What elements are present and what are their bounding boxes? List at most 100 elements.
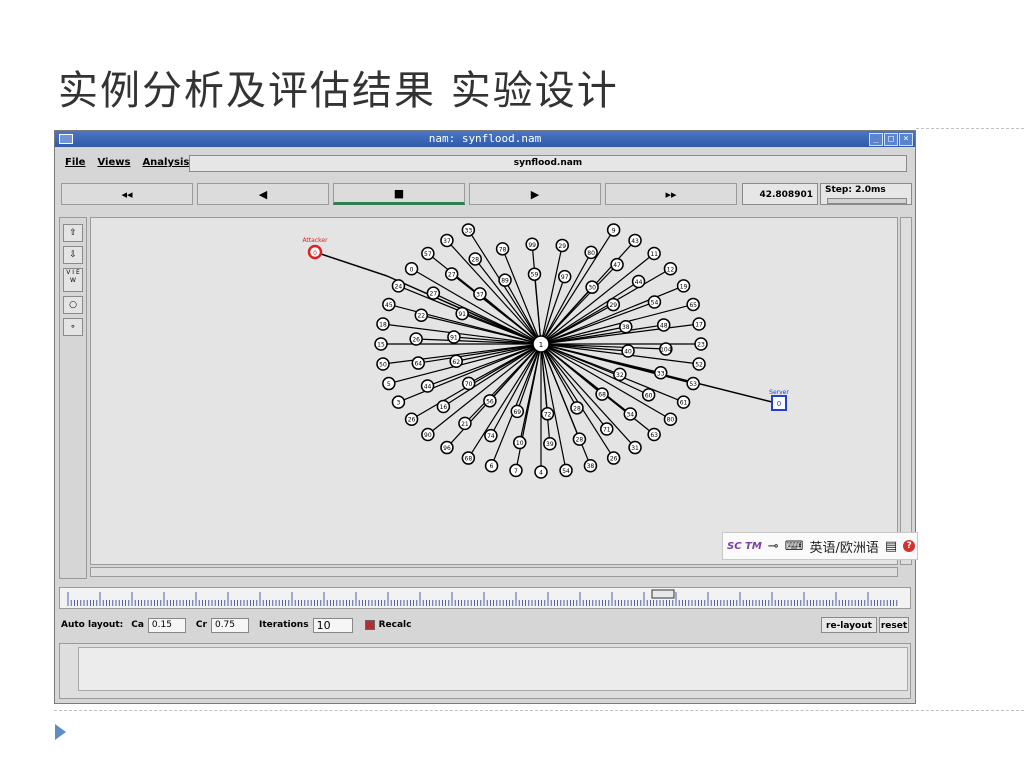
network-node[interactable]: 69 xyxy=(510,404,525,419)
step-back-button[interactable]: ◀ xyxy=(197,183,329,205)
network-node[interactable]: 44 xyxy=(420,379,435,393)
network-node[interactable]: 24 xyxy=(391,279,406,293)
close-icon[interactable]: × xyxy=(899,133,913,146)
network-node[interactable]: 10 xyxy=(512,435,527,450)
timeline-slider[interactable] xyxy=(59,587,911,609)
network-node[interactable]: 54 xyxy=(559,463,573,478)
canvas-horizontal-scrollbar[interactable] xyxy=(90,567,898,577)
network-node[interactable]: 7 xyxy=(509,463,523,478)
ime-mode[interactable]: 英语/欧洲语 xyxy=(809,537,878,556)
zoom-out-icon[interactable]: ⇩ xyxy=(63,246,83,264)
network-node[interactable]: 38 xyxy=(583,458,598,473)
network-node[interactable]: 70 xyxy=(461,376,476,391)
step-slider[interactable] xyxy=(827,198,907,204)
network-node[interactable]: 21 xyxy=(458,416,472,431)
network-node[interactable]: 28 xyxy=(572,432,587,446)
network-node[interactable]: 37 xyxy=(473,287,487,301)
network-node[interactable]: 71 xyxy=(600,422,614,436)
network-node[interactable]: 53 xyxy=(686,376,700,391)
play-button[interactable]: ▶ xyxy=(469,183,601,205)
network-node[interactable]: 47 xyxy=(610,257,624,272)
network-node[interactable]: 9 xyxy=(606,223,621,237)
network-node[interactable]: 34 xyxy=(623,407,638,421)
network-node[interactable]: 40 xyxy=(621,344,635,358)
network-node[interactable]: 15 xyxy=(374,337,388,351)
menu-views[interactable]: Views xyxy=(97,154,130,172)
network-node[interactable]: 68 xyxy=(461,451,476,465)
reset-button[interactable]: reset xyxy=(879,617,909,633)
network-node[interactable]: 74 xyxy=(484,428,498,443)
window-titlebar[interactable]: nam: synflood.nam _ □ × xyxy=(55,131,915,147)
network-node[interactable]: 64 xyxy=(411,356,426,370)
cr-input[interactable]: 0.75 xyxy=(210,617,249,633)
network-node[interactable]: 3 xyxy=(391,395,406,409)
network-node[interactable]: 27 xyxy=(444,267,459,281)
network-canvas[interactable]: 40 32 68 28 72 69 56 70 62 91 91 37 89 59 97 30 29 38 104 3… xyxy=(90,217,898,565)
network-node[interactable]: 59 xyxy=(527,267,542,281)
ime-pin-icon[interactable]: ⊸ xyxy=(768,539,779,554)
hub-node[interactable]: 1 xyxy=(532,335,550,353)
canvas-vertical-scrollbar[interactable] xyxy=(900,217,912,565)
network-node[interactable]: 97 xyxy=(557,269,572,284)
network-node[interactable]: 26 xyxy=(606,451,621,465)
network-node[interactable]: 104 xyxy=(659,342,673,356)
timeline-marker[interactable] xyxy=(651,589,675,599)
network-node[interactable]: 26 xyxy=(404,412,419,426)
network-node[interactable]: 37 xyxy=(440,233,454,248)
network-node[interactable]: 63 xyxy=(647,427,661,442)
network-node[interactable]: 26 xyxy=(409,332,423,346)
network-node[interactable]: 5 xyxy=(382,376,396,391)
network-node[interactable]: 52 xyxy=(692,357,706,371)
network-node[interactable]: 29 xyxy=(606,297,621,312)
recalc-checkbox[interactable] xyxy=(364,620,375,630)
network-node[interactable]: 29 xyxy=(555,238,570,253)
network-node[interactable]: 31 xyxy=(628,440,642,455)
network-node[interactable]: 4 xyxy=(534,465,548,479)
network-node[interactable]: 28 xyxy=(468,252,482,266)
rewind-button[interactable]: ◂◂ xyxy=(61,183,193,205)
network-node[interactable]: 32 xyxy=(613,367,627,382)
minimize-icon[interactable]: _ xyxy=(869,133,883,146)
view-button[interactable]: V I E W xyxy=(63,268,83,292)
network-node[interactable]: 16 xyxy=(436,399,451,414)
circle-small-icon[interactable]: ∘ xyxy=(63,318,83,336)
network-node[interactable]: 72 xyxy=(540,407,555,421)
network-node[interactable]: 33 xyxy=(461,223,476,237)
circle-large-icon[interactable]: ○ xyxy=(63,296,83,314)
help-icon[interactable]: ? xyxy=(903,540,916,552)
network-node[interactable]: 61 xyxy=(676,395,691,409)
network-node[interactable]: 60 xyxy=(641,388,656,402)
network-node[interactable]: 90 xyxy=(421,427,435,442)
network-node[interactable]: 80 xyxy=(584,245,598,260)
network-node[interactable]: 43 xyxy=(628,233,642,248)
ime-logo[interactable]: SC TM xyxy=(727,541,762,551)
network-node[interactable]: 28 xyxy=(570,401,584,415)
network-node[interactable]: 17 xyxy=(692,317,706,331)
network-node[interactable]: 65 xyxy=(686,297,700,312)
iterations-input[interactable]: 10 xyxy=(312,617,353,633)
fast-forward-button[interactable]: ▸▸ xyxy=(605,183,737,205)
network-node[interactable]: 19 xyxy=(676,279,691,293)
network-node[interactable]: 12 xyxy=(663,262,678,276)
network-node[interactable]: 23 xyxy=(694,337,708,351)
ca-input[interactable]: 0.15 xyxy=(147,617,186,633)
network-node[interactable]: 68 xyxy=(595,387,609,401)
network-node[interactable]: 18 xyxy=(376,317,390,331)
zoom-in-icon[interactable]: ⇧ xyxy=(63,224,83,242)
network-node[interactable]: 6 xyxy=(484,458,499,473)
annotation-text-area[interactable] xyxy=(78,647,908,691)
window-menu-icon[interactable] xyxy=(59,134,73,144)
network-node[interactable]: 27 xyxy=(426,286,441,300)
network-node[interactable]: 45 xyxy=(382,297,396,312)
network-node[interactable]: 57 xyxy=(421,246,435,261)
network-node[interactable]: 96 xyxy=(440,440,454,455)
menu-file[interactable]: File xyxy=(65,154,85,172)
network-node[interactable]: 56 xyxy=(483,394,497,408)
network-node[interactable]: 80 xyxy=(663,412,678,426)
network-node[interactable]: 91 xyxy=(455,306,469,321)
network-node[interactable]: 89 xyxy=(498,273,512,287)
server-node[interactable]: 0 xyxy=(771,395,787,411)
network-node[interactable]: 99 xyxy=(525,237,539,252)
network-node[interactable]: 91 xyxy=(447,330,461,344)
slide-nav-arrow-icon[interactable] xyxy=(55,724,66,740)
